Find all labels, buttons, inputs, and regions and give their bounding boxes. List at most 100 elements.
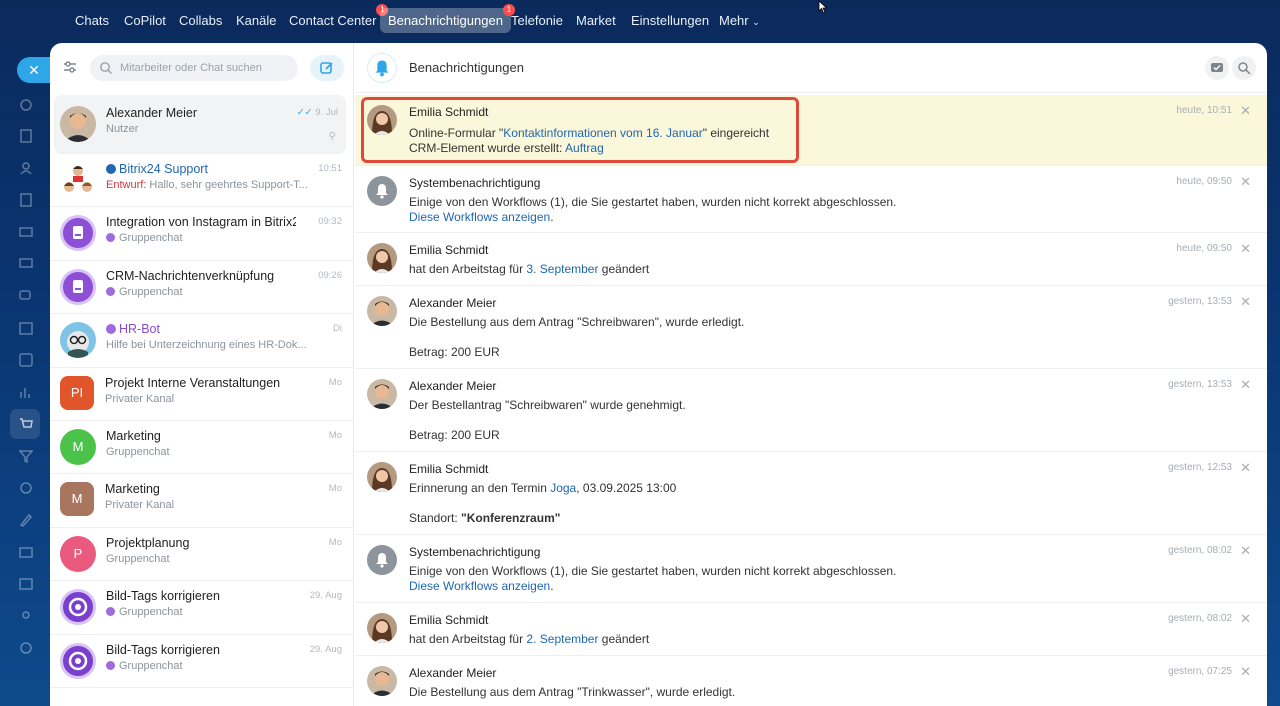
chat-item[interactable]: PI Projekt Interne Veranstaltungen Priva… bbox=[50, 368, 354, 421]
close-icon[interactable]: ✕ bbox=[1240, 460, 1251, 476]
document-icon[interactable] bbox=[19, 129, 33, 143]
nav-contact-center[interactable]: Contact Center 1 bbox=[281, 4, 389, 33]
target-icon[interactable] bbox=[19, 481, 33, 495]
notification-item[interactable]: Emilia Schmidt gestern, 12:53 ✕ Erinneru… bbox=[355, 452, 1267, 535]
chat-subtitle-text: Gruppenchat bbox=[119, 659, 183, 672]
text: Die Bestellung aus dem Antrag "Trinkwass… bbox=[409, 685, 736, 699]
calendar-icon[interactable] bbox=[19, 321, 33, 335]
chat-item[interactable]: Bild-Tags korrigieren Gruppenchat 29. Au… bbox=[50, 635, 354, 688]
notification-item[interactable]: Systembenachrichtigung heute, 09:50 ✕ Ei… bbox=[355, 166, 1267, 233]
chart-icon[interactable] bbox=[19, 385, 33, 399]
chat-item[interactable]: M Marketing Gruppenchat Mo bbox=[50, 421, 354, 475]
nav-telefonie[interactable]: Telefonie bbox=[503, 8, 571, 33]
chat-time: 09:26 bbox=[318, 269, 342, 281]
sliders-icon[interactable] bbox=[62, 59, 78, 75]
chat-item[interactable]: Alexander Meier Nutzer ✓✓ 9. Jul ⚲ bbox=[54, 95, 346, 154]
box-icon[interactable] bbox=[19, 545, 33, 559]
nav-kanaele[interactable]: Kanäle bbox=[228, 8, 284, 33]
close-icon[interactable]: ✕ bbox=[1240, 241, 1251, 257]
notification-item[interactable]: Emilia Schmidt heute, 09:50 ✕ hat den Ar… bbox=[355, 233, 1267, 286]
chat-icon[interactable] bbox=[19, 289, 33, 303]
draft-label: Entwurf: bbox=[106, 179, 147, 191]
nav-copilot[interactable]: CoPilot bbox=[116, 8, 174, 33]
mouse-cursor-icon bbox=[818, 0, 828, 14]
avatar bbox=[60, 106, 96, 142]
monitor-icon[interactable] bbox=[19, 257, 33, 271]
compose-button[interactable] bbox=[310, 55, 344, 81]
close-icon[interactable]: ✕ bbox=[1240, 543, 1251, 559]
workflows-link[interactable]: Diese Workflows anzeigen bbox=[409, 579, 550, 593]
text: Einige von den Workflows (1), die Sie ge… bbox=[409, 564, 897, 578]
close-icon[interactable]: ✕ bbox=[1240, 174, 1251, 190]
notification-item[interactable]: Alexander Meier gestern, 13:53 ✕ Die Bes… bbox=[355, 286, 1267, 369]
chat-item[interactable]: CRM-Nachrichtenverknüpfung Gruppenchat 0… bbox=[50, 261, 354, 315]
nav-einstellungen[interactable]: Einstellungen bbox=[623, 8, 717, 33]
chat-subtitle-text: Gruppenchat bbox=[119, 285, 183, 298]
cart-icon[interactable] bbox=[19, 417, 33, 431]
nav-benachrichtigungen[interactable]: Benachrichtigungen 1 bbox=[380, 4, 515, 33]
support-badge-icon bbox=[106, 164, 116, 174]
close-icon[interactable]: ✕ bbox=[1240, 664, 1251, 680]
mark-read-button[interactable] bbox=[1205, 56, 1229, 80]
notification-time: gestern, 07:25 bbox=[1168, 666, 1232, 677]
settings-icon[interactable] bbox=[19, 98, 33, 112]
chat-time: 29. Aug bbox=[309, 590, 342, 602]
text: Einige von den Workflows (1), die Sie ge… bbox=[409, 195, 897, 209]
chat-name: Marketing bbox=[105, 482, 160, 497]
chat-time: 09:32 bbox=[318, 216, 342, 228]
group-icon bbox=[106, 607, 115, 617]
chat-name-text: Bitrix24 Support bbox=[119, 162, 208, 176]
notification-item[interactable]: Alexander Meier gestern, 13:53 ✕ Der Bes… bbox=[355, 369, 1267, 452]
nav-benachrichtigungen-label: Benachrichtigungen bbox=[388, 13, 503, 28]
group-icon[interactable] bbox=[19, 609, 33, 623]
pen-icon[interactable] bbox=[19, 513, 33, 527]
nav-collabs[interactable]: Collabs bbox=[171, 8, 230, 33]
event-link[interactable]: Joga bbox=[550, 481, 576, 495]
close-icon[interactable]: ✕ bbox=[1240, 294, 1251, 310]
date-link[interactable]: 2. September bbox=[526, 632, 598, 646]
chat-item[interactable]: Integration von Instagram in Bitrix24 Gr… bbox=[50, 207, 354, 261]
chat-item[interactable]: M Marketing Privater Kanal Mo bbox=[50, 474, 354, 528]
notification-item[interactable]: Emilia Schmidt heute, 10:51 ✕ Online-For… bbox=[355, 95, 1267, 166]
chat-item[interactable]: HR-Bot Hilfe bei Unterzeichnung eines HR… bbox=[50, 314, 354, 368]
nav-market[interactable]: Market bbox=[568, 8, 624, 33]
notification-item[interactable]: Systembenachrichtigung gestern, 08:02 ✕ … bbox=[355, 535, 1267, 603]
nav-chats[interactable]: Chats bbox=[67, 8, 117, 33]
crm-link[interactable]: Auftrag bbox=[565, 141, 604, 155]
ring-icon[interactable] bbox=[19, 641, 33, 655]
date-link[interactable]: 3. September bbox=[526, 262, 598, 276]
filter-icon[interactable] bbox=[18, 449, 34, 464]
nav-mehr[interactable]: Mehr ⌄ bbox=[711, 8, 768, 33]
bell-icon bbox=[367, 53, 397, 83]
chat-item[interactable]: Bitrix24 Support Entwurf: Hallo, sehr ge… bbox=[50, 154, 354, 208]
top-navigation: Chats CoPilot Collabs Kanäle Contact Cen… bbox=[0, 0, 1280, 42]
search-input[interactable]: Mitarbeiter oder Chat suchen bbox=[90, 55, 298, 81]
form-link[interactable]: Kontaktinformationen vom 16. Januar bbox=[503, 126, 702, 140]
workflows-link[interactable]: Diese Workflows anzeigen bbox=[409, 210, 550, 224]
checkbox-icon[interactable] bbox=[19, 353, 33, 367]
compose-icon bbox=[320, 62, 333, 74]
notification-sender: Emilia Schmidt bbox=[409, 243, 489, 257]
notification-sender: Systembenachrichtigung bbox=[409, 545, 541, 559]
close-icon[interactable]: ✕ bbox=[17, 57, 51, 83]
card-icon[interactable] bbox=[19, 225, 33, 239]
chat-time: Di bbox=[333, 323, 342, 335]
notification-item[interactable]: Emilia Schmidt gestern, 08:02 ✕ hat den … bbox=[355, 603, 1267, 656]
notification-item[interactable]: Alexander Meier gestern, 07:25 ✕ Die Bes… bbox=[355, 656, 1267, 706]
close-icon[interactable]: ✕ bbox=[1240, 611, 1251, 627]
chat-subtitle: Gruppenchat bbox=[106, 286, 336, 298]
chevron-down-icon: ⌄ bbox=[752, 17, 760, 27]
image-icon[interactable] bbox=[19, 577, 33, 591]
text: CRM-Element wurde erstellt: bbox=[409, 141, 566, 155]
filter-button[interactable] bbox=[1232, 56, 1256, 80]
chat-item[interactable]: Bild-Tags korrigieren Gruppenchat 29. Au… bbox=[50, 581, 354, 635]
search-list-icon bbox=[1238, 62, 1251, 75]
file-icon[interactable] bbox=[19, 193, 33, 207]
chat-time-row: ✓✓ 9. Jul bbox=[297, 107, 338, 118]
close-icon[interactable]: ✕ bbox=[1240, 377, 1251, 393]
avatar bbox=[60, 162, 96, 198]
chat-item[interactable]: P Projektplanung Gruppenchat Mo bbox=[50, 528, 354, 582]
chat-list: Alexander Meier Nutzer ✓✓ 9. Jul ⚲ Bitri… bbox=[50, 95, 354, 688]
users-icon[interactable] bbox=[19, 161, 33, 175]
close-icon[interactable]: ✕ bbox=[1240, 103, 1251, 119]
